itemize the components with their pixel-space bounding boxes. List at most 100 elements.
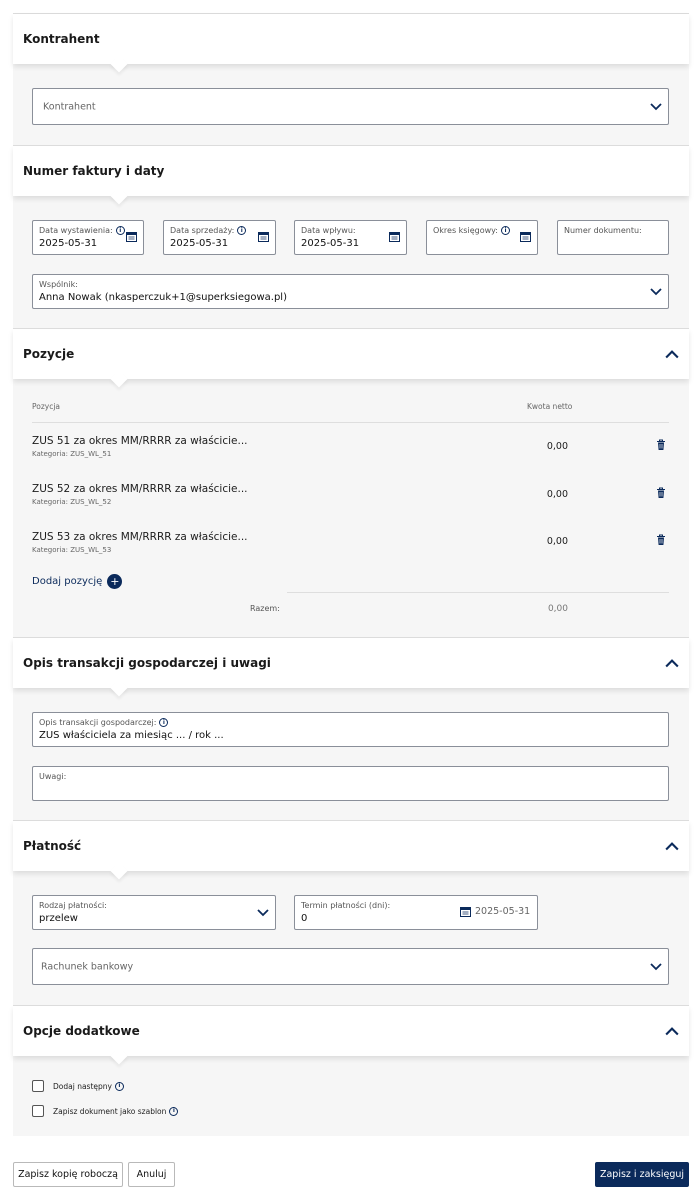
total-label: Razem:	[250, 604, 280, 613]
issue-date-field[interactable]: Data wystawienia: i 2025-05-31	[32, 220, 144, 255]
column-header-position: Pozycja	[32, 402, 61, 411]
sale-date-value: 2025-05-31	[170, 238, 229, 249]
info-icon[interactable]: i	[159, 718, 169, 727]
position-amount: 0,00	[546, 489, 568, 500]
document-form: Kontrahent Kontrahent Numer faktury i da…	[13, 13, 689, 1136]
chevron-up-icon[interactable]	[665, 658, 679, 668]
contractor-select-placeholder: Kontrahent	[43, 101, 96, 112]
issue-date-label: Data wystawienia:	[39, 226, 113, 235]
section-body-invoice: Data wystawienia: i 2025-05-31 Data sprze…	[13, 196, 689, 329]
section-title-payment: Płatność	[23, 839, 82, 853]
info-icon[interactable]: i	[500, 226, 510, 235]
position-category: Kategoria: ZUS_WL_52	[32, 498, 112, 506]
sale-date-field[interactable]: Data sprzedaży: i 2025-05-31	[163, 220, 276, 255]
section-header-options[interactable]: Opcje dodatkowe	[13, 1006, 689, 1056]
add-position-label: Dodaj pozycję	[32, 576, 103, 587]
save-template-option[interactable]: Zapisz dokument jako szablon i	[32, 1105, 179, 1117]
chevron-up-icon[interactable]	[665, 349, 679, 359]
calendar-icon[interactable]	[460, 906, 471, 917]
add-position-button[interactable]: Dodaj pozycję +	[32, 574, 123, 589]
info-icon[interactable]: i	[237, 226, 247, 235]
section-body-description: Opis transakcji gospodarczej: i ZUS właśc…	[13, 688, 689, 821]
save-template-label: Zapisz dokument jako szablon	[53, 1106, 167, 1116]
payment-type-value: przelew	[39, 913, 78, 924]
position-name: ZUS 51 za okres MM/RRRR za właścicie...	[32, 435, 248, 447]
contractor-select[interactable]: Kontrahent	[32, 88, 669, 125]
chevron-up-icon[interactable]	[665, 1026, 679, 1036]
total-value: 0,00	[547, 604, 568, 614]
issue-date-value: 2025-05-31	[39, 238, 98, 249]
transaction-description-field[interactable]: Opis transakcji gospodarczej: i ZUS właśc…	[32, 712, 669, 747]
section-header-positions[interactable]: Pozycje	[13, 329, 689, 379]
position-category: Kategoria: ZUS_WL_51	[32, 450, 112, 458]
section-header-invoice: Numer faktury i daty	[13, 146, 689, 196]
info-icon[interactable]: i	[115, 226, 125, 235]
section-body-contractor: Kontrahent	[13, 64, 689, 146]
trash-icon[interactable]	[656, 487, 666, 499]
divider	[287, 592, 669, 593]
position-name: ZUS 53 za okres MM/RRRR za właścicie...	[32, 531, 248, 543]
accounting-period-label: Okres księgowy:	[433, 226, 498, 235]
receipt-date-field[interactable]: Data wpływu: 2025-05-31	[294, 220, 407, 255]
payment-term-value: 0	[301, 913, 308, 924]
column-header-net: Kwota netto	[527, 402, 573, 411]
chevron-down-icon	[650, 287, 662, 295]
chevron-down-icon	[257, 908, 269, 916]
receipt-date-value: 2025-05-31	[301, 238, 360, 249]
section-title-description: Opis transakcji gospodarczej i uwagi	[23, 656, 271, 670]
notes-label: Uwagi:	[39, 772, 67, 781]
partner-label: Wspólnik:	[39, 280, 78, 289]
payment-term-field[interactable]: Termin płatności (dni): 0 2025-05-31	[294, 895, 538, 930]
trash-icon[interactable]	[656, 534, 666, 546]
calendar-icon[interactable]	[389, 231, 400, 242]
position-amount: 0,00	[546, 441, 568, 452]
bank-account-placeholder: Rachunek bankowy	[41, 961, 134, 972]
section-header-payment[interactable]: Płatność	[13, 821, 689, 871]
payment-due-date: 2025-05-31	[475, 906, 531, 917]
section-title-invoice: Numer faktury i daty	[23, 164, 165, 178]
section-body-payment: Rodzaj płatności: przelew Termin płatnoś…	[13, 871, 689, 1006]
position-category: Kategoria: ZUS_WL_53	[32, 546, 112, 554]
partner-select[interactable]: Wspólnik: Anna Nowak (nkasperczuk+1@supe…	[32, 274, 669, 309]
position-amount: 0,00	[546, 536, 568, 547]
sale-date-label: Data sprzedaży:	[170, 226, 235, 235]
transaction-description-value: ZUS właściciela za miesiąc ... / rok ...	[39, 730, 224, 741]
plus-icon: +	[107, 574, 123, 589]
calendar-icon[interactable]	[258, 231, 269, 242]
section-header-description[interactable]: Opis transakcji gospodarczej i uwagi	[13, 638, 689, 688]
transaction-description-label: Opis transakcji gospodarczej:	[39, 718, 157, 727]
payment-type-label: Rodzaj płatności:	[39, 901, 107, 910]
chevron-down-icon	[650, 962, 662, 970]
add-next-checkbox[interactable]	[32, 1080, 44, 1092]
notes-field[interactable]: Uwagi:	[32, 766, 669, 801]
section-title-options: Opcje dodatkowe	[23, 1024, 140, 1038]
payment-type-select[interactable]: Rodzaj płatności: przelew	[32, 895, 276, 930]
section-body-options: Dodaj następny i Zapisz dokument jako sz…	[13, 1056, 689, 1136]
payment-term-label: Termin płatności (dni):	[301, 901, 391, 910]
info-icon[interactable]: i	[114, 1081, 124, 1091]
divider	[32, 422, 669, 423]
info-icon[interactable]: i	[169, 1106, 179, 1116]
partner-value: Anna Nowak (nkasperczuk+1@superksiegowa.…	[39, 292, 287, 303]
section-title-contractor: Kontrahent	[23, 32, 100, 46]
receipt-date-label: Data wpływu:	[301, 226, 356, 235]
accounting-period-field[interactable]: Okres księgowy: i	[426, 220, 538, 255]
document-number-field[interactable]: Numer dokumentu:	[557, 220, 669, 255]
calendar-icon[interactable]	[520, 231, 531, 242]
document-number-label: Numer dokumentu:	[564, 226, 642, 235]
add-next-label: Dodaj następny	[53, 1081, 112, 1091]
chevron-down-icon	[650, 102, 662, 110]
bank-account-select[interactable]: Rachunek bankowy	[32, 948, 669, 985]
save-template-checkbox[interactable]	[32, 1105, 44, 1117]
save-and-post-button[interactable]: Zapisz i zaksięguj	[595, 1162, 689, 1187]
trash-icon[interactable]	[656, 439, 666, 451]
calendar-icon[interactable]	[126, 231, 137, 242]
save-draft-button[interactable]: Zapisz kopię roboczą	[13, 1162, 123, 1187]
section-title-positions: Pozycje	[23, 347, 75, 361]
cancel-button[interactable]: Anuluj	[128, 1162, 175, 1187]
position-name: ZUS 52 za okres MM/RRRR za właścicie...	[32, 483, 248, 495]
chevron-up-icon[interactable]	[665, 841, 679, 851]
add-next-option[interactable]: Dodaj następny i	[32, 1080, 124, 1092]
section-header-contractor: Kontrahent	[13, 14, 689, 64]
section-body-positions: Pozycja Kwota netto ZUS 51 za okres MM/R…	[13, 379, 689, 638]
